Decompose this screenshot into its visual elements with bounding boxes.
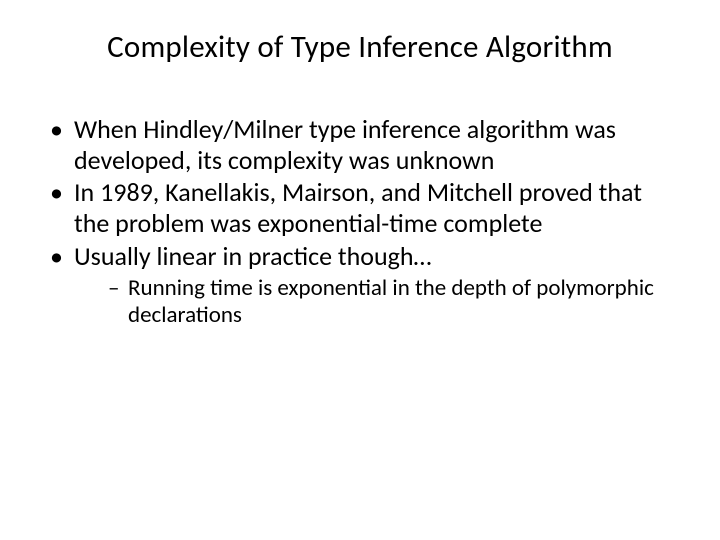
sub-bullet-list: Running time is exponential in the depth…	[74, 275, 674, 329]
list-item: In 1989, Kanellakis, Mairson, and Mitche…	[50, 177, 674, 238]
bullet-text: In 1989, Kanellakis, Mairson, and Mitche…	[74, 176, 642, 239]
slide: Complexity of Type Inference Algorithm W…	[0, 0, 720, 540]
list-item: When Hindley/Milner type inference algor…	[50, 114, 674, 175]
slide-title: Complexity of Type Inference Algorithm	[46, 28, 674, 66]
bullet-list: When Hindley/Milner type inference algor…	[46, 114, 674, 330]
bullet-text: When Hindley/Milner type inference algor…	[74, 113, 616, 176]
list-item: Usually linear in practice though… Runni…	[50, 241, 674, 330]
sub-list-item: Running time is exponential in the depth…	[108, 275, 674, 329]
sub-bullet-text: Running time is exponential in the depth…	[128, 274, 654, 329]
bullet-text: Usually linear in practice though…	[74, 240, 432, 272]
